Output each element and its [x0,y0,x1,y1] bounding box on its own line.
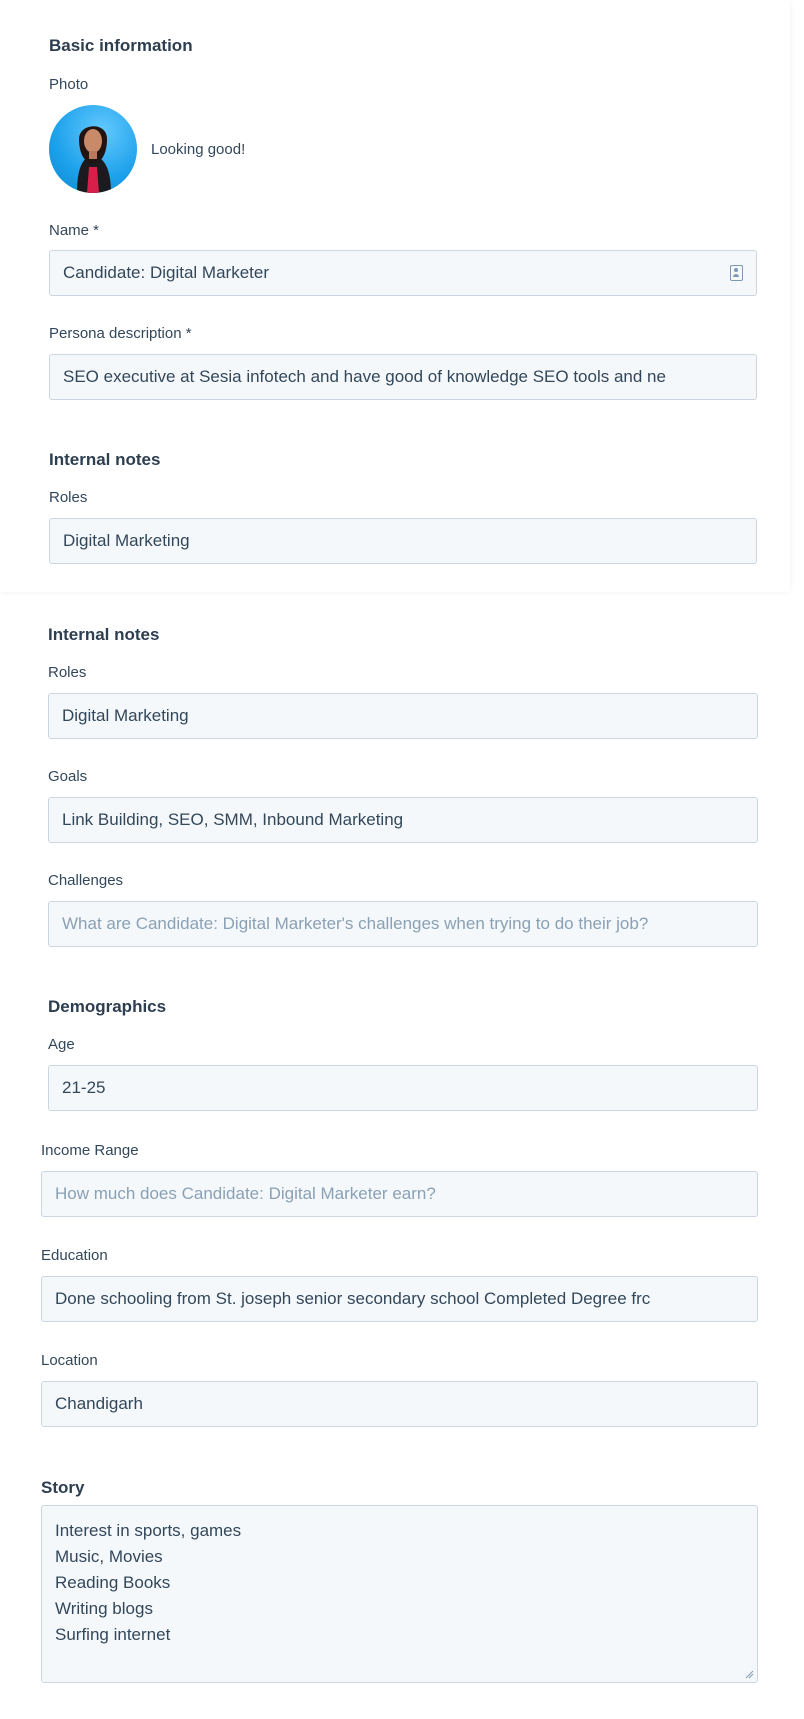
basic-info-panel [0,0,790,592]
roles-field-1[interactable]: Digital Marketing [49,518,757,564]
challenges-label: Challenges [48,872,124,889]
goals-field[interactable]: Link Building, SEO, SMM, Inbound Marketi… [48,797,758,843]
persona-description-value: SEO executive at Sesia infotech and have… [63,367,666,386]
roles-label-1: Roles [49,489,88,506]
income-range-placeholder: How much does Candidate: Digital Markete… [55,1184,436,1203]
story-line: Surfing internet [55,1625,171,1644]
demographics-heading: Demographics [48,997,167,1016]
basic-info-heading: Basic information [49,36,193,55]
education-value: Done schooling from St. joseph senior se… [55,1289,651,1308]
income-range-label: Income Range [41,1142,139,1159]
name-label: Name * [49,222,100,239]
internal-notes-heading-1: Internal notes [49,450,161,469]
avatar[interactable] [49,105,137,193]
challenges-placeholder: What are Candidate: Digital Marketer's c… [62,914,649,933]
story-line: Writing blogs [55,1599,153,1618]
education-field[interactable]: Done schooling from St. joseph senior se… [41,1276,758,1322]
persona-description-label: Persona description * [49,325,192,342]
story-heading: Story [41,1478,85,1497]
roles-field-2[interactable]: Digital Marketing [48,693,758,739]
story-textarea[interactable]: Interest in sports, games Music, Movies … [41,1505,758,1683]
income-range-field[interactable]: How much does Candidate: Digital Markete… [41,1171,758,1217]
challenges-field[interactable]: What are Candidate: Digital Marketer's c… [48,901,758,947]
story-line: Interest in sports, games [55,1521,242,1540]
age-value: 21-25 [62,1078,106,1097]
location-value: Chandigarh [55,1394,143,1413]
name-field[interactable]: Candidate: Digital Marketer [49,250,757,296]
story-line: Reading Books [55,1573,171,1592]
roles-label-2: Roles [48,664,87,681]
persona-description-field[interactable]: SEO executive at Sesia infotech and have… [49,354,757,400]
photo-label: Photo [49,76,89,93]
roles-value-1: Digital Marketing [63,531,190,550]
story-line: Music, Movies [55,1547,163,1566]
name-field-value: Candidate: Digital Marketer [63,263,269,282]
avatar-person-image [77,126,111,193]
age-label: Age [48,1036,75,1053]
internal-notes-heading-2: Internal notes [48,625,160,644]
age-field[interactable]: 21-25 [48,1065,758,1111]
contact-card-icon[interactable] [730,265,743,281]
education-label: Education [41,1247,108,1264]
location-field[interactable]: Chandigarh [41,1381,758,1427]
resize-handle-icon[interactable] [744,1669,754,1679]
goals-label: Goals [48,768,88,785]
location-label: Location [41,1352,98,1369]
goals-value: Link Building, SEO, SMM, Inbound Marketi… [62,810,404,829]
photo-caption: Looking good! [151,141,246,158]
roles-value-2: Digital Marketing [62,706,189,725]
